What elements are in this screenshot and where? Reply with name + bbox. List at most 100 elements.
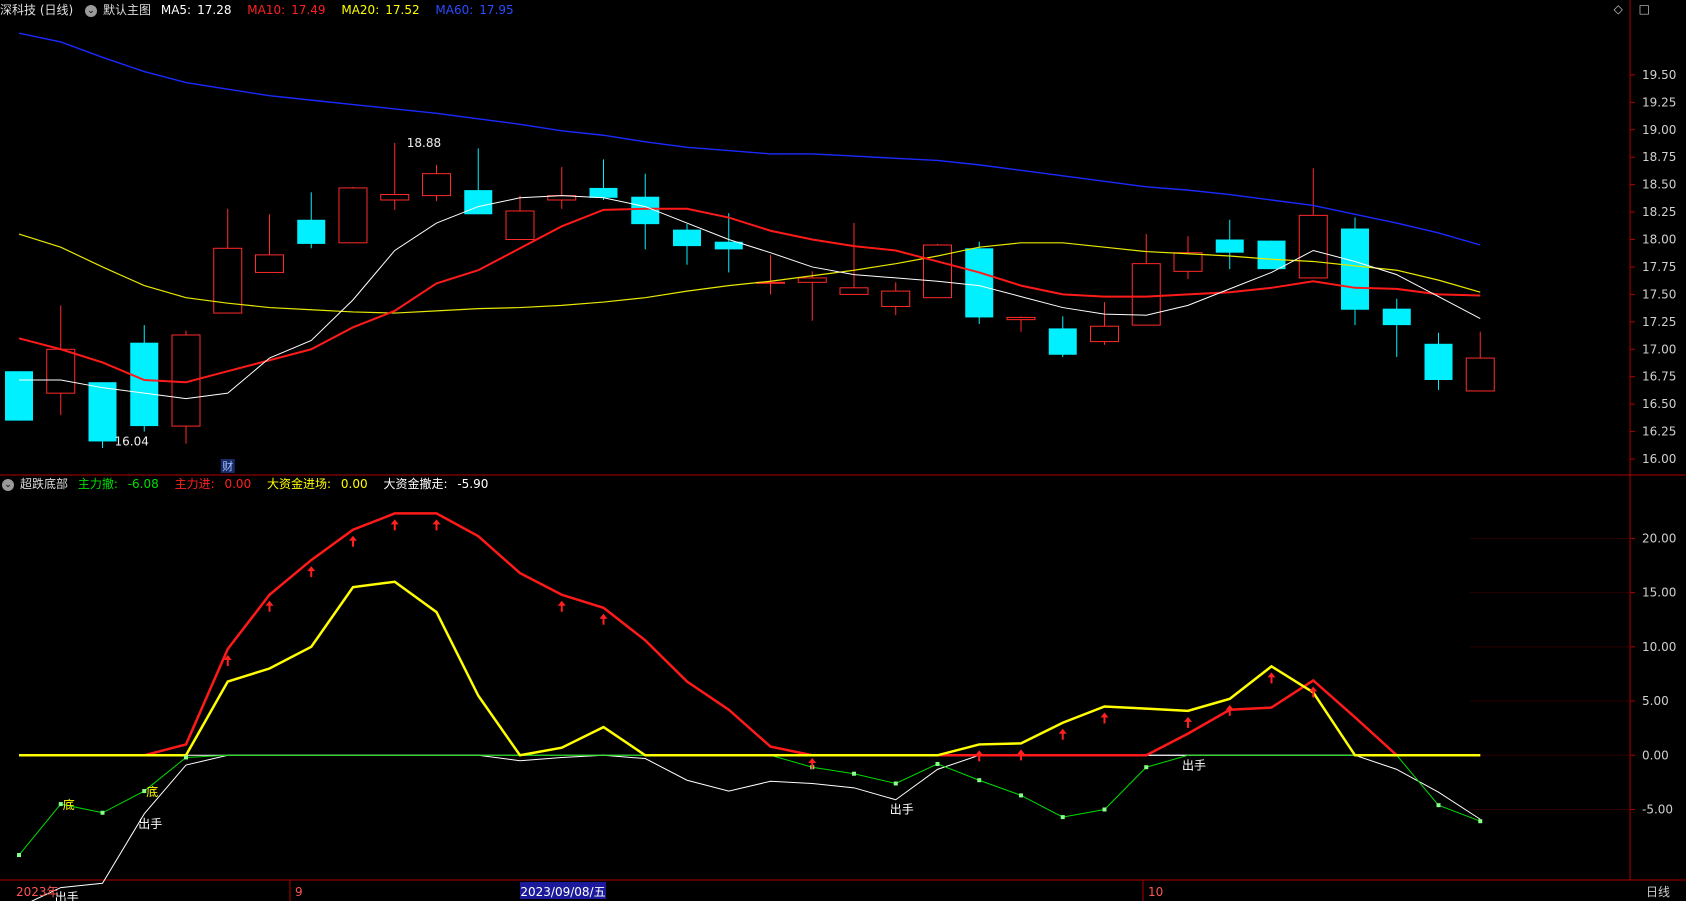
candle-body-up — [505, 210, 535, 241]
buy-arrow-icon — [1184, 716, 1192, 728]
candle-body-up — [1173, 252, 1203, 272]
candle-body-up — [1131, 263, 1161, 326]
ma60-line — [18, 32, 1481, 246]
series-point — [1060, 815, 1065, 820]
indicator-name[interactable]: 超跌底部 — [20, 477, 68, 491]
series-point — [1144, 765, 1149, 770]
buy-arrow-icon — [1100, 712, 1109, 724]
date-label: 9 — [295, 885, 303, 899]
y-tick-label: 18.25 — [1642, 205, 1676, 219]
y-tick-label: 0.00 — [1642, 748, 1669, 762]
diamond-icon[interactable]: ◇ — [1614, 2, 1623, 16]
indicator-item-4: 大资金撤走: -5.90 — [383, 477, 489, 491]
series-point — [935, 761, 940, 766]
buy-arrow-icon — [1267, 672, 1276, 684]
period-label[interactable]: 日线 — [1646, 885, 1670, 899]
sub-header: ⌄ 超跌底部 主力撤: -6.08 主力进: 0.00 大资金进场: 0.00 大… — [0, 474, 500, 494]
buy-arrow-icon — [557, 600, 566, 612]
candle-body-up — [1006, 316, 1036, 321]
buy-arrow-icon — [432, 519, 441, 531]
square-icon[interactable]: □ — [1639, 2, 1650, 16]
y-tick-label: 18.50 — [1642, 178, 1676, 192]
y-tick-label: -5.00 — [1642, 803, 1673, 817]
candle-body-up — [380, 194, 410, 201]
ma20-label: MA20: 17.52 — [341, 3, 420, 17]
candle-body-down — [673, 229, 701, 247]
candle-body-down — [589, 187, 618, 198]
candle-body-up — [1298, 214, 1328, 279]
candle-body-down — [5, 371, 33, 421]
y-tick-label: 17.25 — [1642, 315, 1676, 329]
ma60-label: MA60: 17.95 — [435, 3, 514, 17]
y-tick-label: 5.00 — [1642, 694, 1669, 708]
buy-arrow-icon — [307, 566, 316, 578]
series-point — [1102, 807, 1107, 812]
ma10-label: MA10: 17.49 — [247, 3, 326, 17]
candle-body-up — [338, 187, 368, 244]
candle-body-up — [1465, 357, 1495, 392]
candle-body-down — [1048, 328, 1077, 355]
template-name[interactable]: 默认主图 — [103, 3, 151, 17]
y-tick-label: 18.00 — [1642, 233, 1676, 247]
y-tick-label: 19.25 — [1642, 95, 1676, 109]
candle-body-down — [130, 342, 159, 427]
bottom-signal-label: 底 — [63, 797, 75, 812]
buy-arrow-icon — [599, 613, 608, 625]
dropdown-icon[interactable]: ⌄ — [2, 478, 14, 491]
candle-body-down — [1341, 228, 1369, 310]
y-tick-label: 16.50 — [1642, 397, 1676, 411]
series-point — [1478, 819, 1483, 824]
buy-arrow-icon — [1058, 728, 1067, 740]
y-tick-label: 17.50 — [1642, 287, 1676, 301]
candle-body-down — [297, 219, 326, 244]
indicator-item-1: 主力撤: -6.08 — [77, 477, 159, 491]
series-point — [1436, 803, 1441, 808]
candle-body-up — [1090, 325, 1119, 343]
y-tick-label: 16.00 — [1642, 452, 1676, 466]
candle-body-up — [422, 173, 451, 197]
series-point — [1019, 793, 1023, 798]
high-price-label: 18.88 — [407, 136, 441, 150]
candle-body-up — [46, 348, 76, 394]
buy-arrow-icon — [349, 535, 357, 547]
stock-title[interactable]: 深科技 (日线) — [0, 3, 73, 17]
main-header: 深科技 (日线) ⌄ 默认主图 MA5: 17.28 MA10: 17.49 MA20… — [0, 0, 526, 20]
series-point — [893, 781, 898, 786]
series-main-in-line — [19, 512, 1481, 757]
y-tick-label: 19.50 — [1642, 68, 1676, 82]
y-tick-label: 10.00 — [1642, 640, 1676, 654]
candle-body-up — [255, 254, 284, 273]
candle-body-down — [1382, 308, 1411, 326]
buy-arrow-icon — [265, 600, 274, 612]
candle-body-down — [88, 382, 117, 442]
indicator-item-3: 大资金进场: 0.00 — [267, 477, 368, 491]
date-label: 2023年 — [16, 885, 59, 899]
dropdown-icon[interactable]: ⌄ — [85, 4, 98, 17]
toolbar: ◇ □ — [1602, 2, 1650, 16]
y-tick-label: 17.75 — [1642, 260, 1676, 274]
series-point — [977, 778, 982, 783]
buy-arrow-icon — [390, 519, 399, 531]
buy-signal-label: 出手 — [138, 817, 162, 831]
series-withdraw-line — [30, 754, 1481, 901]
series-point — [184, 755, 188, 760]
y-tick-label: 17.00 — [1642, 342, 1676, 356]
buy-signal-label: 出手 — [1182, 758, 1206, 772]
y-tick-label: 15.00 — [1642, 586, 1676, 600]
finance-marker-label: 财 — [222, 459, 233, 473]
y-tick-label: 16.25 — [1642, 425, 1676, 439]
y-tick-label: 19.00 — [1642, 123, 1676, 137]
bottom-signal-label: 底 — [146, 784, 158, 799]
stock-chart[interactable]: 16.00 16.25 16.50 16.75 17.00 17.25 17.50 17.75… — [0, 0, 1686, 901]
y-tick-label: 18.75 — [1642, 150, 1676, 164]
ma5-label: MA5: 17.28 — [160, 3, 232, 17]
low-price-label: 16.04 — [115, 434, 149, 448]
candle-body-down — [1215, 239, 1244, 253]
candle-body-down — [1257, 240, 1286, 270]
series-main-out-line — [18, 754, 1481, 856]
date-label: 10 — [1148, 885, 1163, 899]
date-cursor-label: 2023/09/08/五 — [520, 885, 605, 899]
indicator-item-2: 主力进: 0.00 — [174, 477, 252, 491]
series-point — [852, 771, 856, 776]
candle-body-down — [1424, 343, 1453, 380]
